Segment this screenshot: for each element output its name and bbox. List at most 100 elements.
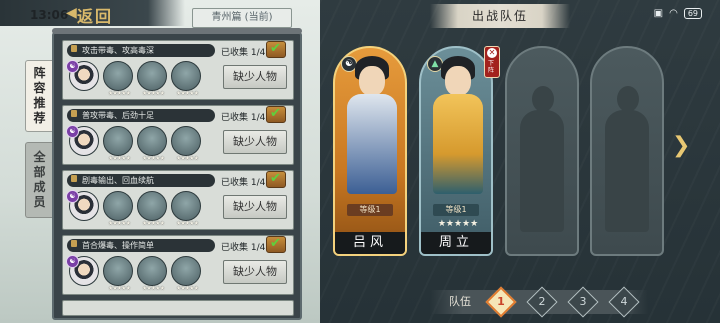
avatar-locked[interactable]: ★★★★★ xyxy=(103,191,133,227)
character-face xyxy=(359,66,385,96)
check-icon: ✔ xyxy=(270,106,281,121)
remove-from-lineup-button[interactable]: ✕ 下阵 xyxy=(484,46,500,78)
star-rating: ★★★★★ xyxy=(176,220,199,227)
star-rating: ★★★★★ xyxy=(176,285,199,292)
avatar-locked[interactable]: ★★★★★ xyxy=(137,126,167,162)
avatar-locked[interactable]: ★★★★★ xyxy=(103,256,133,292)
avatar-locked[interactable]: ★★★★★ xyxy=(171,126,201,162)
element-badge-icon: ☯ xyxy=(66,190,79,203)
team-4-button[interactable]: 4 xyxy=(613,291,635,313)
star-rating: ★★★★★ xyxy=(437,219,479,229)
lock-icon xyxy=(71,240,77,247)
character-name: 吕风 xyxy=(335,232,405,254)
lock-icon xyxy=(71,45,77,52)
tab-recommended-lineups[interactable]: 阵 容 推 荐 xyxy=(25,60,53,132)
tab-char: 阵 xyxy=(33,66,46,80)
lineup-card[interactable]: 普攻带毒、后劲十足 已收集 1/4 ✔ ☯ ★★★★★ ★★★★★ ★★★★★ … xyxy=(62,105,294,165)
missing-members-button[interactable]: 缺少人物 xyxy=(223,65,287,89)
character-name: 周立 xyxy=(421,232,491,254)
missing-members-button[interactable]: 缺少人物 xyxy=(223,260,287,284)
collected-count: 已收集 1/4 xyxy=(221,48,266,58)
avatar[interactable]: ☯ xyxy=(66,255,99,286)
lineup-title: 攻击带毒、攻高毒深 xyxy=(67,44,215,57)
star-rating: ★★★★★ xyxy=(108,285,131,292)
lineup-card-partial[interactable] xyxy=(62,300,294,316)
member-avatars: ☯ ★★★★★ ★★★★★ ★★★★★ xyxy=(66,190,201,227)
tab-char: 容 xyxy=(33,81,46,95)
member-avatars: ☯ ★★★★★ ★★★★★ ★★★★★ xyxy=(66,60,201,97)
lineup-list[interactable]: 攻击带毒、攻高毒深 已收集 1/4 ✔ ☯ ★★★★★ ★★★★★ ★★★★★ … xyxy=(52,32,302,320)
lineup-slot-2[interactable]: ▲ 等级1 ★★★★★ 周立 xyxy=(419,46,493,256)
missing-members-button[interactable]: 缺少人物 xyxy=(223,130,287,154)
lineup-slot-1[interactable]: ☯ 等级1 吕风 xyxy=(333,46,407,256)
missing-members-button[interactable]: 缺少人物 xyxy=(223,195,287,219)
character-body xyxy=(347,94,397,194)
avatar-locked[interactable]: ★★★★★ xyxy=(137,61,167,97)
avatar-locked[interactable]: ★★★★★ xyxy=(137,256,167,292)
lineup-title: 普攻带毒、后劲十足 xyxy=(67,109,215,122)
avatar-locked[interactable]: ★★★★★ xyxy=(171,191,201,227)
chest-icon[interactable]: ✔ xyxy=(266,41,286,58)
lineup-card[interactable]: 剧毒输出、回血续航 已收集 1/4 ✔ ☯ ★★★★★ ★★★★★ ★★★★★ … xyxy=(62,170,294,230)
team-3-button[interactable]: 3 xyxy=(572,291,594,313)
element-badge-icon: ☯ xyxy=(66,60,79,73)
tab-char: 荐 xyxy=(33,111,46,125)
avatar-locked[interactable]: ★★★★★ xyxy=(137,191,167,227)
check-icon: ✔ xyxy=(270,41,281,56)
avatar[interactable]: ☯ xyxy=(66,125,99,156)
close-icon: ✕ xyxy=(487,48,497,58)
lineup-slot-4-empty[interactable] xyxy=(590,46,664,256)
remove-label: 下阵 xyxy=(488,60,495,74)
member-avatars: ☯ ★★★★★ ★★★★★ ★★★★★ xyxy=(66,125,201,162)
character-face xyxy=(445,66,471,96)
team-1-button[interactable]: 1 xyxy=(490,291,512,313)
collected-count: 已收集 1/4 xyxy=(221,113,266,123)
avatar-locked[interactable]: ★★★★★ xyxy=(103,126,133,162)
check-icon: ✔ xyxy=(270,171,281,186)
tab-char: 成 xyxy=(33,180,46,194)
chest-icon[interactable]: ✔ xyxy=(266,171,286,188)
notification-icon: ▣ xyxy=(653,8,664,19)
avatar[interactable]: ☯ xyxy=(66,60,99,91)
lineup-card[interactable]: 攻击带毒、攻高毒深 已收集 1/4 ✔ ☯ ★★★★★ ★★★★★ ★★★★★ … xyxy=(62,40,294,100)
back-button[interactable]: 返回 xyxy=(77,3,113,27)
tab-char: 推 xyxy=(33,96,46,110)
tab-all-members[interactable]: 全 部 成 员 xyxy=(25,142,53,218)
level-tag: 等级1 xyxy=(347,204,393,216)
star-rating: ★★★★★ xyxy=(142,220,165,227)
avatar-locked[interactable]: ★★★★★ xyxy=(103,61,133,97)
tab-char: 全 xyxy=(33,150,46,164)
scroll-top-rod xyxy=(52,28,302,34)
star-rating: ★★★★★ xyxy=(108,220,131,227)
star-rating: ★★★★★ xyxy=(108,155,131,162)
star-rating: ★★★★★ xyxy=(176,90,199,97)
avatar-locked[interactable]: ★★★★★ xyxy=(171,256,201,292)
avatar-locked[interactable]: ★★★★★ xyxy=(171,61,201,97)
avatar[interactable]: ☯ xyxy=(66,190,99,221)
member-avatars: ☯ ★★★★★ ★★★★★ ★★★★★ xyxy=(66,255,201,292)
status-time: 13:06 xyxy=(30,8,69,22)
region-selector[interactable]: 青州篇 (当前) xyxy=(192,8,292,28)
tab-char: 员 xyxy=(33,195,46,209)
collected-count: 已收集 1/4 xyxy=(221,243,266,253)
lock-icon xyxy=(71,175,77,182)
lineup-card[interactable]: 首合爆毒、操作简单 已收集 1/4 ✔ ☯ ★★★★★ ★★★★★ ★★★★★ … xyxy=(62,235,294,295)
lineup-slot-3-empty[interactable] xyxy=(505,46,579,256)
star-rating: ★★★★★ xyxy=(142,285,165,292)
lineup-title: 剧毒输出、回血续航 xyxy=(67,174,215,187)
status-icons: ▣ ◠ 69 xyxy=(654,8,702,19)
element-badge-icon: ☯ xyxy=(66,125,79,138)
star-rating: ★★★★★ xyxy=(142,155,165,162)
team-label: 队伍 xyxy=(449,295,471,308)
element-badge-icon: ☯ xyxy=(66,255,79,268)
battery-icon: 69 xyxy=(683,8,702,19)
star-rating: ★★★★★ xyxy=(108,90,131,97)
team-2-button[interactable]: 2 xyxy=(531,291,553,313)
star-rating: ★★★★★ xyxy=(142,90,165,97)
chest-icon[interactable]: ✔ xyxy=(266,106,286,123)
back-arrow-icon[interactable]: ◀ xyxy=(66,5,77,21)
star-rating: ★★★★★ xyxy=(176,155,199,162)
chest-icon[interactable]: ✔ xyxy=(266,236,286,253)
next-page-arrow-icon[interactable]: ❯ xyxy=(672,133,690,158)
empty-slot-silhouette xyxy=(605,86,649,236)
